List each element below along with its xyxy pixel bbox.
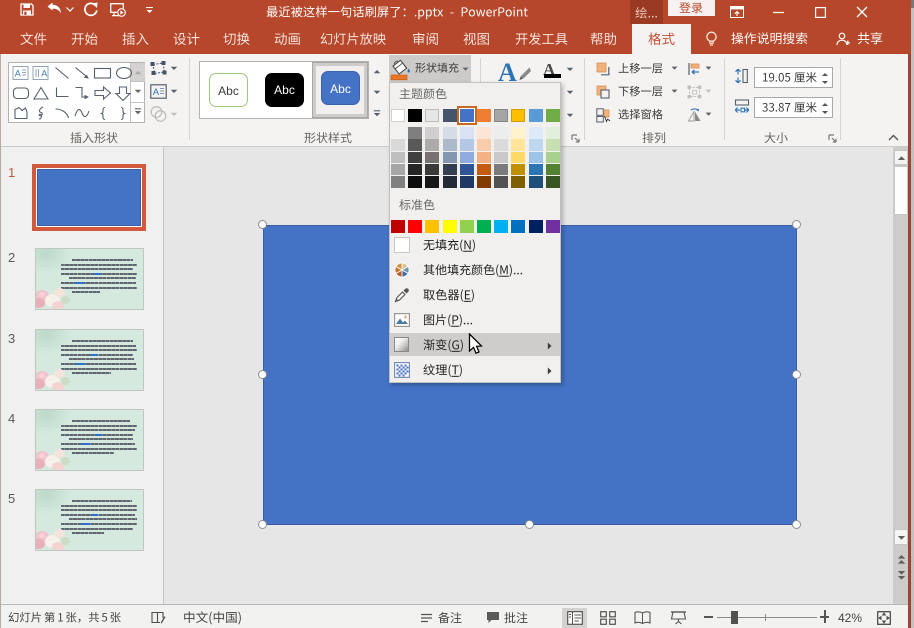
svg-text:A: A — [153, 87, 160, 98]
svg-text:A: A — [15, 69, 21, 79]
svg-text:A: A — [41, 69, 47, 79]
